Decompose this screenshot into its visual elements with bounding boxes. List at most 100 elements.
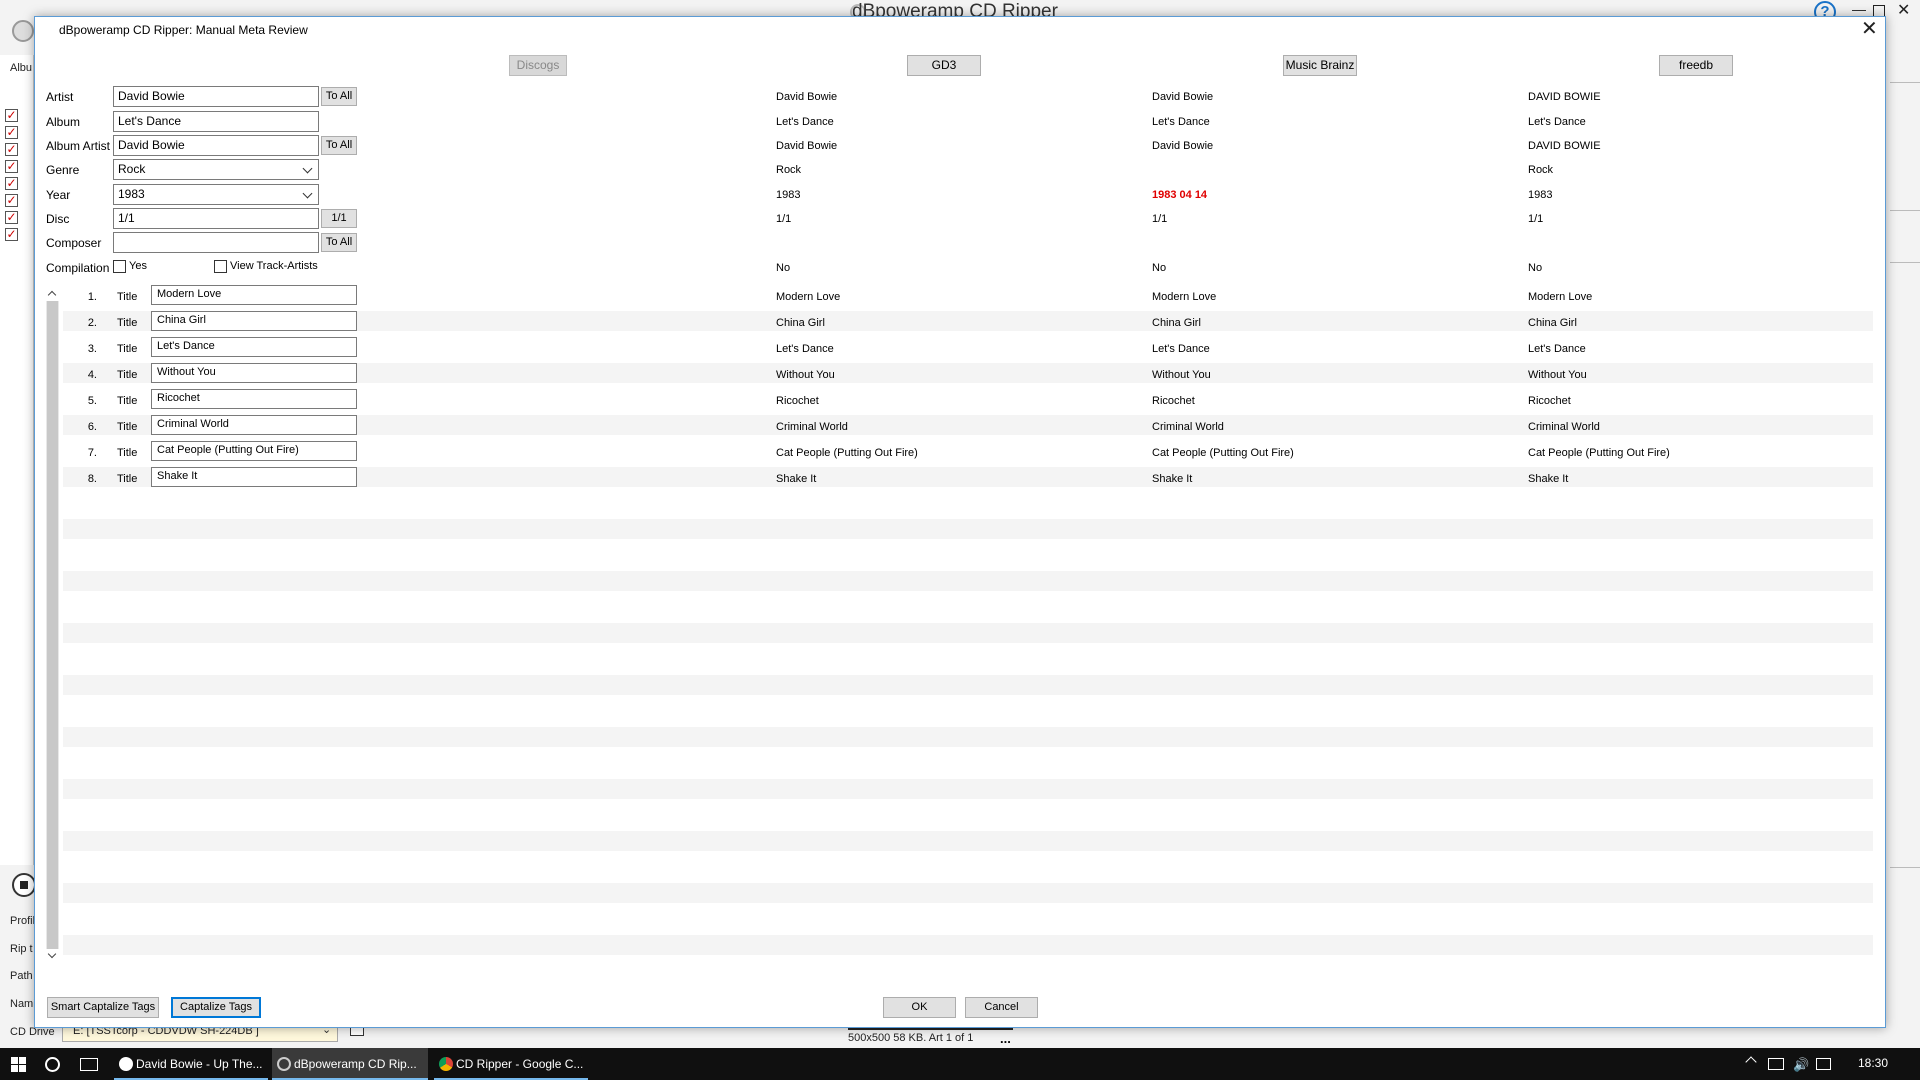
gd3-artist[interactable]: David Bowie xyxy=(776,91,837,103)
musicbrainz-artist[interactable]: David Bowie xyxy=(1152,91,1213,103)
freedb-disc[interactable]: 1/1 xyxy=(1528,213,1543,225)
art-more-button[interactable]: ... xyxy=(1000,1031,1011,1046)
musicbrainz-compilation[interactable]: No xyxy=(1152,262,1166,274)
freedb-track-title[interactable]: China Girl xyxy=(1528,317,1577,329)
album-artist-input[interactable]: David Bowie xyxy=(113,135,319,156)
gd3-track-title[interactable]: Criminal World xyxy=(776,421,848,433)
ok-button[interactable]: OK xyxy=(883,997,956,1018)
clock[interactable]: 18:30 xyxy=(1858,1056,1888,1070)
gd3-track-title[interactable]: China Girl xyxy=(776,317,825,329)
volume-icon[interactable]: 🔊 xyxy=(1793,1057,1809,1073)
album-input[interactable]: Let's Dance xyxy=(113,111,319,132)
freedb-track-title[interactable]: Ricochet xyxy=(1528,395,1571,407)
freedb-track-title[interactable]: Cat People (Putting Out Fire) xyxy=(1528,447,1670,459)
freedb-track-title[interactable]: Criminal World xyxy=(1528,421,1600,433)
source-freedb-button[interactable]: freedb xyxy=(1659,55,1733,76)
track-list-scrollbar[interactable] xyxy=(46,287,59,963)
window-close-icon[interactable]: ✕ xyxy=(1897,0,1910,20)
source-discogs-button[interactable]: Discogs xyxy=(509,55,567,76)
track-title-input[interactable]: Without You xyxy=(151,363,357,383)
musicbrainz-track-title[interactable]: Criminal World xyxy=(1152,421,1224,433)
artist-input[interactable]: David Bowie xyxy=(113,86,319,107)
scroll-down-icon[interactable] xyxy=(46,949,59,963)
chevron-down-icon[interactable] xyxy=(303,160,313,179)
notifications-icon[interactable] xyxy=(1816,1058,1831,1070)
gd3-album-artist[interactable]: David Bowie xyxy=(776,140,837,152)
artist-to-all-button[interactable]: To All xyxy=(321,87,357,106)
taskbar-item-music[interactable]: David Bowie - Up The... xyxy=(114,1048,268,1080)
track-checkbox[interactable]: ✓ xyxy=(5,143,18,156)
gd3-year[interactable]: 1983 xyxy=(776,189,800,201)
tray-expand-icon[interactable] xyxy=(1745,1056,1757,1068)
musicbrainz-album-artist[interactable]: David Bowie xyxy=(1152,140,1213,152)
musicbrainz-year[interactable]: 1983 04 14 xyxy=(1152,189,1207,201)
track-title-input[interactable]: Shake It xyxy=(151,467,357,487)
composer-to-all-button[interactable]: To All xyxy=(321,233,357,252)
track-checkbox[interactable]: ✓ xyxy=(5,194,18,207)
close-icon[interactable]: ✕ xyxy=(1861,19,1878,39)
search-icon[interactable] xyxy=(45,1057,60,1072)
musicbrainz-track-title[interactable]: Without You xyxy=(1152,369,1211,381)
view-track-artists-checkbox[interactable] xyxy=(214,260,227,273)
disc-input[interactable]: 1/1 xyxy=(113,208,319,229)
track-title-input[interactable]: Let's Dance xyxy=(151,337,357,357)
gd3-compilation[interactable]: No xyxy=(776,262,790,274)
gd3-genre[interactable]: Rock xyxy=(776,164,801,176)
genre-combo[interactable]: Rock xyxy=(113,159,319,180)
freedb-genre[interactable]: Rock xyxy=(1528,164,1553,176)
compilation-yes-checkbox[interactable] xyxy=(113,260,126,273)
musicbrainz-track-title[interactable]: Modern Love xyxy=(1152,291,1216,303)
track-title-input[interactable]: Ricochet xyxy=(151,389,357,409)
freedb-track-title[interactable]: Without You xyxy=(1528,369,1587,381)
gd3-track-title[interactable]: Let's Dance xyxy=(776,343,834,355)
freedb-track-title[interactable]: Shake It xyxy=(1528,473,1568,485)
freedb-compilation[interactable]: No xyxy=(1528,262,1542,274)
gd3-track-title[interactable]: Shake It xyxy=(776,473,816,485)
track-title-input[interactable]: China Girl xyxy=(151,311,357,331)
track-checkbox[interactable]: ✓ xyxy=(5,228,18,241)
track-checkbox[interactable]: ✓ xyxy=(5,109,18,122)
disc-set-button[interactable]: 1/1 xyxy=(321,209,357,228)
taskbar-item-dbpoweramp[interactable]: dBpoweramp CD Rip... xyxy=(272,1048,428,1080)
gd3-track-title[interactable]: Cat People (Putting Out Fire) xyxy=(776,447,918,459)
source-gd3-button[interactable]: GD3 xyxy=(907,55,981,76)
gd3-track-title[interactable]: Without You xyxy=(776,369,835,381)
album-artist-to-all-button[interactable]: To All xyxy=(321,136,357,155)
track-title-input[interactable]: Cat People (Putting Out Fire) xyxy=(151,441,357,461)
windows-start-icon[interactable] xyxy=(11,1057,27,1073)
composer-input[interactable] xyxy=(113,232,319,253)
musicbrainz-track-title[interactable]: Let's Dance xyxy=(1152,343,1210,355)
capitalize-button[interactable]: Captalize Tags xyxy=(171,997,261,1018)
gd3-track-title[interactable]: Modern Love xyxy=(776,291,840,303)
minimize-icon[interactable]: — xyxy=(1852,1,1866,17)
freedb-album[interactable]: Let's Dance xyxy=(1528,116,1586,128)
musicbrainz-disc[interactable]: 1/1 xyxy=(1152,213,1167,225)
musicbrainz-track-title[interactable]: China Girl xyxy=(1152,317,1201,329)
freedb-track-title[interactable]: Modern Love xyxy=(1528,291,1592,303)
freedb-artist[interactable]: DAVID BOWIE xyxy=(1528,91,1601,103)
track-title-input[interactable]: Criminal World xyxy=(151,415,357,435)
source-musicbrainz-button[interactable]: Music Brainz xyxy=(1283,55,1357,76)
gd3-track-title[interactable]: Ricochet xyxy=(776,395,819,407)
year-combo[interactable]: 1983 xyxy=(113,184,319,205)
freedb-album-artist[interactable]: DAVID BOWIE xyxy=(1528,140,1601,152)
network-icon[interactable] xyxy=(1768,1058,1784,1070)
musicbrainz-track-title[interactable]: Shake It xyxy=(1152,473,1192,485)
scroll-thumb[interactable] xyxy=(47,301,58,949)
musicbrainz-album[interactable]: Let's Dance xyxy=(1152,116,1210,128)
musicbrainz-track-title[interactable]: Ricochet xyxy=(1152,395,1195,407)
cancel-button[interactable]: Cancel xyxy=(965,997,1038,1018)
smart-capitalize-button[interactable]: Smart Captalize Tags xyxy=(47,997,159,1018)
gd3-album[interactable]: Let's Dance xyxy=(776,116,834,128)
scroll-up-icon[interactable] xyxy=(46,287,59,301)
freedb-year[interactable]: 1983 xyxy=(1528,189,1552,201)
chevron-down-icon[interactable] xyxy=(303,185,313,204)
track-checkbox[interactable]: ✓ xyxy=(5,160,18,173)
stop-icon[interactable] xyxy=(12,873,36,897)
freedb-track-title[interactable]: Let's Dance xyxy=(1528,343,1586,355)
taskbar-item-chrome[interactable]: CD Ripper - Google C... xyxy=(434,1048,588,1080)
task-view-icon[interactable] xyxy=(80,1058,98,1071)
track-checkbox[interactable]: ✓ xyxy=(5,211,18,224)
musicbrainz-track-title[interactable]: Cat People (Putting Out Fire) xyxy=(1152,447,1294,459)
track-checkbox[interactable]: ✓ xyxy=(5,126,18,139)
